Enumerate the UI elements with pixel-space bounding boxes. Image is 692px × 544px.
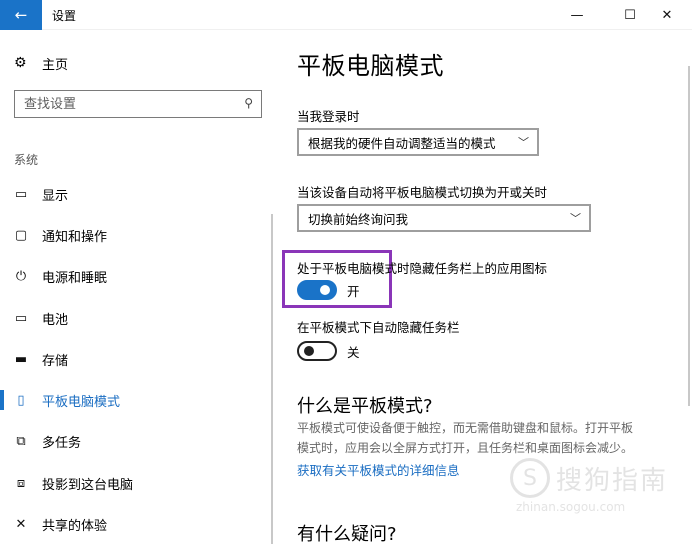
sidebar-item-label: 投影到这台电脑 bbox=[42, 477, 134, 493]
hide-taskbar-toggle[interactable] bbox=[297, 341, 337, 361]
signin-dropdown[interactable]: 根据我的硬件自动调整适当的模式 ﹀ bbox=[297, 128, 539, 156]
sidebar-item-label: 电池 bbox=[42, 312, 69, 328]
sogou-logo-icon: S bbox=[510, 458, 550, 498]
close-button[interactable]: ✕ bbox=[644, 0, 690, 30]
questions-heading: 有什么疑问? bbox=[297, 524, 397, 544]
sidebar-item-project[interactable]: ⧈ 投影到这台电脑 bbox=[0, 465, 262, 501]
sidebar-item-tablet-mode[interactable]: ▯ 平板电脑模式 bbox=[0, 382, 262, 418]
minimize-button[interactable]: — bbox=[554, 0, 600, 30]
page-title: 平板电脑模式 bbox=[297, 52, 444, 80]
hide-taskbar-label: 在平板模式下自动隐藏任务栏 bbox=[297, 320, 460, 335]
hide-icons-toggle[interactable] bbox=[297, 280, 337, 300]
close-icon: ✕ bbox=[661, 7, 673, 23]
watermark-url: zhinan.sogou.com bbox=[516, 500, 626, 514]
sidebar-item-display[interactable]: ▭ 显示 bbox=[0, 176, 262, 212]
sidebar-item-label: 主页 bbox=[42, 57, 69, 73]
hide-icons-toggle-row: 开 bbox=[297, 279, 360, 301]
monitor-icon: ▭ bbox=[14, 186, 28, 202]
hide-icons-label: 处于平板电脑模式时隐藏任务栏上的应用图标 bbox=[297, 261, 548, 276]
search-icon[interactable]: ⚲ bbox=[244, 96, 253, 110]
sidebar-item-label: 平板电脑模式 bbox=[42, 394, 121, 410]
what-is-tablet-mode-heading: 什么是平板模式? bbox=[297, 396, 433, 417]
multitask-icon: ⧉ bbox=[16, 433, 26, 449]
gear-icon: ⚙ bbox=[14, 55, 27, 71]
sidebar: ⚙ 主页 ⚲ 系统 ▭ 显示 ▢ 通知和操作 ⏻ 电源和睡眠 ▭ 电池 ▬ 存储… bbox=[0, 30, 275, 544]
battery-icon: ▭ bbox=[14, 310, 28, 326]
maximize-icon: ☐ bbox=[624, 7, 636, 23]
description-line: 模式时，应用会以全屏方式打开，且任务栏和桌面图标会减少。 bbox=[297, 441, 634, 455]
main-scrollbar[interactable] bbox=[688, 66, 690, 406]
watermark-logo: S 搜狗指南 zhinan.sogou.com bbox=[510, 456, 680, 516]
sidebar-item-label: 电源和睡眠 bbox=[42, 270, 108, 286]
switch-dropdown[interactable]: 切换前始终询问我 ﹀ bbox=[297, 204, 591, 232]
sidebar-item-multitasking[interactable]: ⧉ 多任务 bbox=[0, 423, 262, 459]
sidebar-item-label: 共享的体验 bbox=[42, 518, 108, 534]
toggle-knob bbox=[304, 346, 314, 356]
minimize-icon: — bbox=[570, 7, 584, 23]
description-paragraph: 平板模式可使设备便于触控，而无需借助键盘和鼠标。打开平板 模式时，应用会以全屏方… bbox=[297, 418, 673, 458]
section-label: 系统 bbox=[14, 153, 39, 167]
sidebar-item-power[interactable]: ⏻ 电源和睡眠 bbox=[0, 258, 262, 294]
signin-label: 当我登录时 bbox=[297, 109, 360, 124]
sidebar-item-storage[interactable]: ▬ 存储 bbox=[0, 341, 262, 377]
storage-icon: ▬ bbox=[14, 351, 28, 367]
tablet-icon: ▯ bbox=[17, 392, 25, 408]
search-input[interactable] bbox=[15, 91, 225, 117]
description-line: 平板模式可使设备便于触控，而无需借助键盘和鼠标。打开平板 bbox=[297, 421, 634, 435]
sidebar-item-label: 通知和操作 bbox=[42, 229, 108, 245]
sidebar-item-label: 存储 bbox=[42, 353, 69, 369]
message-icon: ▢ bbox=[14, 227, 28, 243]
dropdown-value: 切换前始终询问我 bbox=[308, 211, 409, 227]
shared-icon: ✕ bbox=[15, 516, 27, 532]
toggle-knob bbox=[320, 285, 330, 295]
sidebar-item-label: 显示 bbox=[42, 188, 69, 204]
watermark-text: 搜狗指南 bbox=[556, 466, 669, 496]
toggle-state: 关 bbox=[347, 345, 360, 360]
back-arrow-icon: ← bbox=[14, 6, 28, 24]
hide-taskbar-toggle-row: 关 bbox=[297, 340, 360, 362]
sidebar-item-battery[interactable]: ▭ 电池 bbox=[0, 300, 262, 336]
sidebar-item-home[interactable]: ⚙ 主页 bbox=[0, 52, 260, 74]
back-button[interactable]: ← bbox=[0, 0, 42, 30]
title-bar: ← 设置 — ☐ ✕ bbox=[0, 0, 692, 30]
toggle-state: 开 bbox=[347, 284, 360, 299]
learn-more-link[interactable]: 获取有关平板模式的详细信息 bbox=[297, 460, 460, 479]
projector-icon: ⧈ bbox=[16, 475, 26, 491]
sidebar-item-label: 多任务 bbox=[42, 435, 82, 451]
chevron-down-icon: ﹀ bbox=[570, 212, 581, 225]
power-icon: ⏻ bbox=[15, 268, 27, 284]
search-box: ⚲ bbox=[14, 90, 262, 118]
sidebar-item-shared-experiences[interactable]: ✕ 共享的体验 bbox=[0, 506, 262, 542]
sidebar-scrollbar[interactable] bbox=[271, 214, 273, 544]
window-title: 设置 bbox=[52, 9, 77, 23]
sidebar-item-notifications[interactable]: ▢ 通知和操作 bbox=[0, 217, 262, 253]
switch-label: 当该设备自动将平板电脑模式切换为开或关时 bbox=[297, 185, 548, 200]
chevron-down-icon: ﹀ bbox=[518, 136, 529, 149]
dropdown-value: 根据我的硬件自动调整适当的模式 bbox=[308, 135, 496, 151]
